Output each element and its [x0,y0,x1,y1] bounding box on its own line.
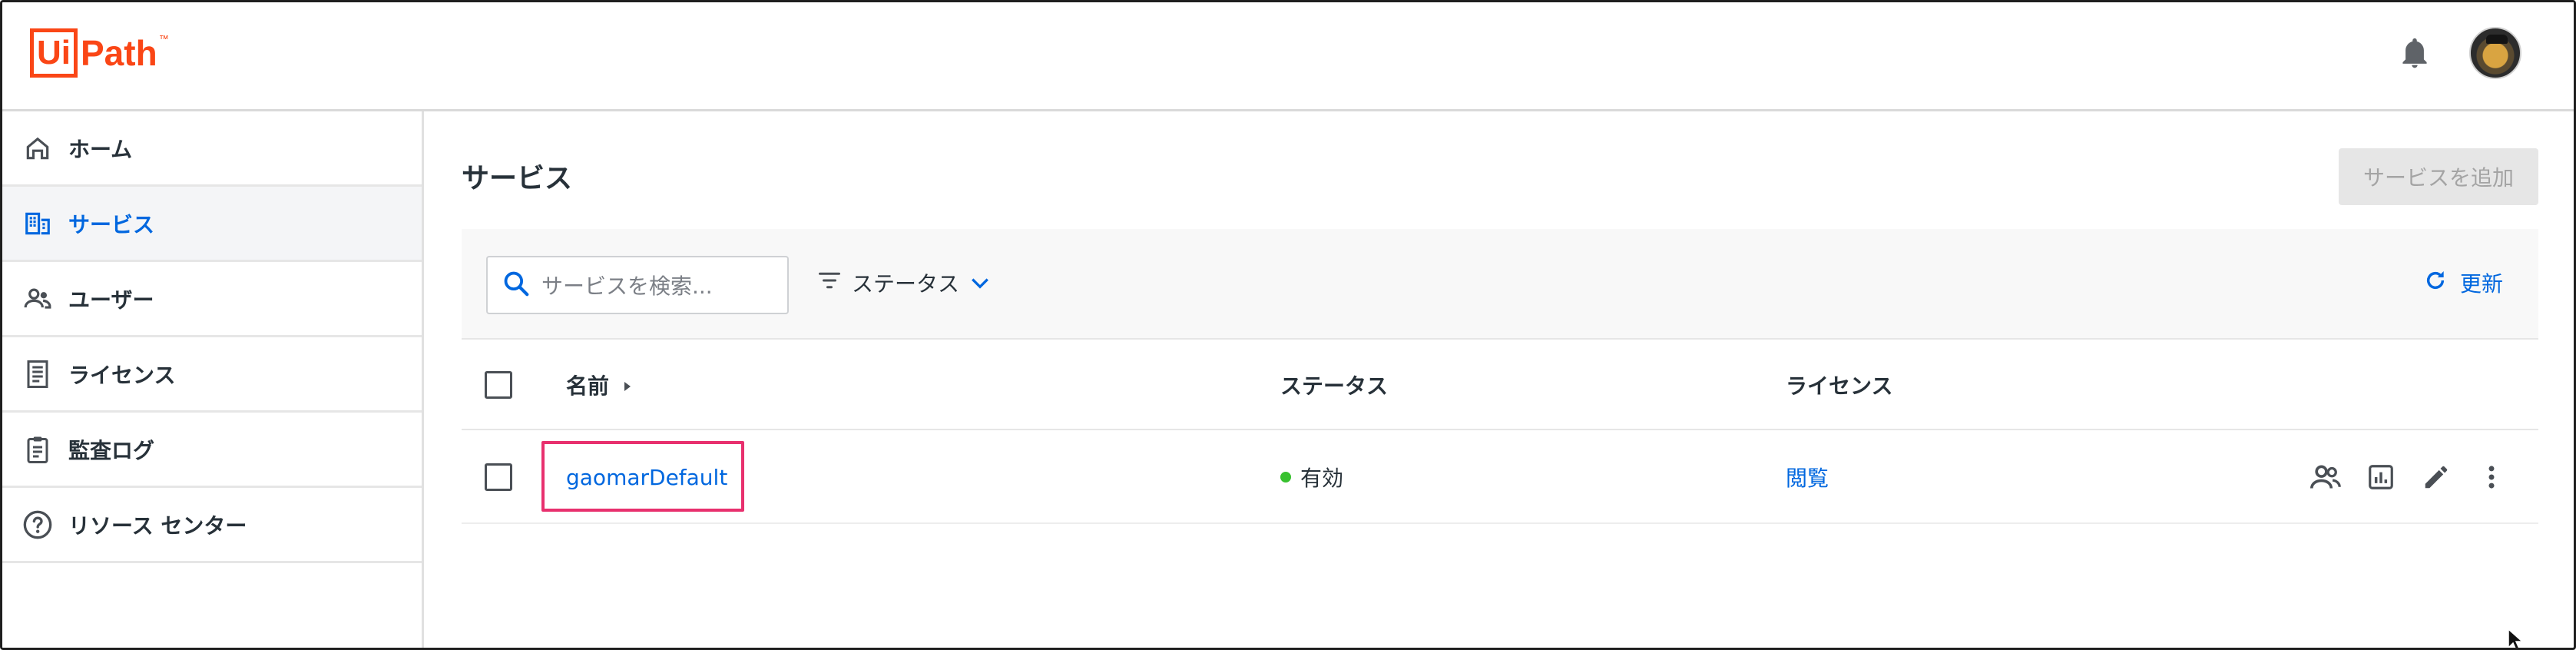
status-filter-label: ステータス [852,271,960,297]
select-all-checkbox[interactable] [485,340,512,430]
column-name-label: 名前 [566,373,610,399]
add-service-button[interactable]: サービスを追加 [2339,148,2538,205]
sidebar: ホーム サービス ユーザー ライセンス 監査ログ リソース センター [2,111,424,648]
sidebar-item-label: サービス [68,211,155,237]
sort-arrow-icon [623,373,632,398]
highlight-box [541,441,744,512]
logo-trademark: ™ [158,33,169,45]
filter-icon [818,270,841,296]
app-window: Ui Path ™ ホーム サービス ユーザー ライセンス 監査ログ リソース … [0,0,2576,650]
search-icon [502,269,531,301]
search-input[interactable]: サービスを検索... [486,256,789,314]
column-name-header[interactable]: 名前 [566,340,632,430]
refresh-label: 更新 [2459,271,2503,297]
status-dot-icon [1280,472,1291,483]
more-options-icon[interactable] [2474,459,2509,495]
building-icon [22,208,53,239]
refresh-icon [2423,268,2448,298]
sidebar-item-services[interactable]: サービス [2,187,422,262]
sidebar-item-resource-center[interactable]: リソース センター [2,488,422,563]
mouse-cursor-icon [2508,628,2524,648]
sidebar-item-label: リソース センター [68,512,247,539]
column-license-header: ライセンス [1786,373,1893,399]
user-avatar[interactable] [2469,27,2521,79]
page-title: サービス [462,163,573,194]
sidebar-item-licenses[interactable]: ライセンス [2,337,422,413]
row-actions [2308,430,2509,524]
clipboard-icon [22,434,53,465]
logo-text: Path [81,33,157,73]
sidebar-item-home[interactable]: ホーム [2,111,422,187]
table-toolbar: サービスを検索... ステータス 更新 [462,229,2538,340]
manage-users-icon[interactable] [2308,459,2343,495]
license-view-link[interactable]: 閲覧 [1786,430,1829,524]
home-icon [22,133,53,164]
sidebar-item-label: ホーム [68,136,133,162]
status-filter[interactable]: ステータス [818,260,990,306]
logo-box: Ui [30,28,78,78]
sidebar-item-label: ライセンス [68,362,176,388]
column-status-header: ステータス [1280,373,1389,399]
top-header: Ui Path ™ [2,2,2574,111]
help-icon [22,509,53,540]
table-row: gaomarDefault 有効 閲覧 [462,430,2538,524]
license-icon [22,359,53,390]
users-icon [22,284,53,314]
sidebar-item-users[interactable]: ユーザー [2,262,422,337]
bell-icon[interactable] [2392,32,2437,76]
search-placeholder: サービスを検索... [541,274,713,299]
uipath-logo[interactable]: Ui Path ™ [30,28,169,78]
sidebar-item-label: ユーザー [68,287,154,313]
refresh-button[interactable]: 更新 [2423,260,2503,306]
row-checkbox[interactable] [485,430,512,524]
edit-icon[interactable] [2419,459,2454,495]
status-cell: 有効 [1280,430,1343,524]
chevron-down-icon [970,270,990,296]
sidebar-item-audit-log[interactable]: 監査ログ [2,413,422,488]
status-text: 有効 [1300,466,1344,491]
chart-icon[interactable] [2363,459,2399,495]
sidebar-item-label: 監査ログ [68,437,155,463]
table-header: 名前 ステータス ライセンス [462,340,2538,430]
